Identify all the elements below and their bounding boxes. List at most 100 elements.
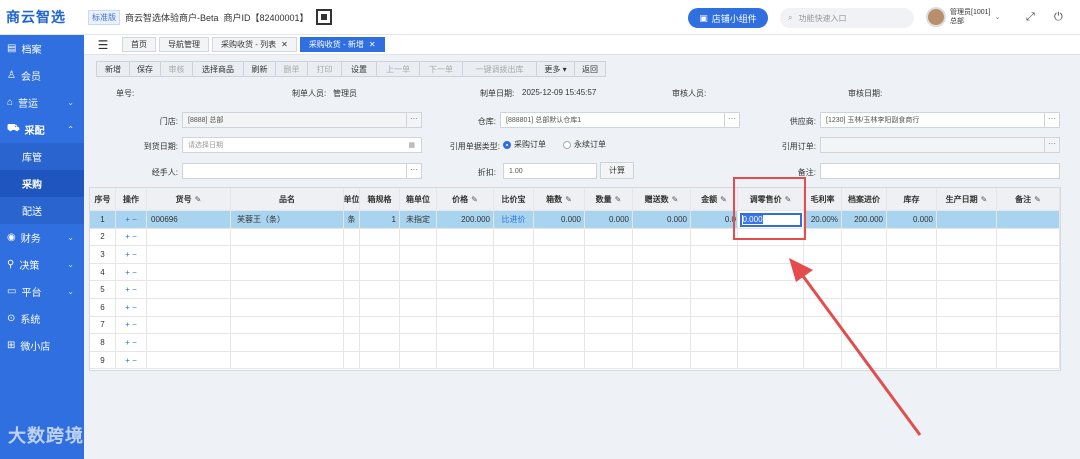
more-icon[interactable]: ··· [724,113,739,127]
more-icon[interactable]: ··· [406,113,421,127]
tab-purchase-new[interactable]: 采购收货 - 新增 ✕ [299,37,385,52]
empty-cell[interactable] [400,228,437,247]
empty-cell[interactable] [400,334,437,352]
row-add-remove[interactable]: + − [116,316,147,335]
menu-toggle-icon[interactable]: ☰ [84,38,122,52]
empty-cell[interactable] [997,263,1060,282]
empty-cell[interactable] [344,281,360,299]
empty-cell[interactable] [937,246,997,264]
sidebar-item-operation[interactable]: ⌂ 营运 ⌄ [0,89,84,116]
empty-cell[interactable] [738,334,804,352]
settings-button[interactable]: 设置 [341,61,377,77]
empty-cell[interactable] [738,281,804,299]
col-header[interactable]: 赠送数 ✎ [633,188,691,211]
select-goods-button[interactable]: 选择商品 [192,61,244,77]
empty-cell[interactable] [147,334,231,352]
empty-cell[interactable] [691,316,738,335]
empty-cell[interactable] [997,351,1060,370]
empty-cell[interactable] [147,299,231,317]
arrival-date-field[interactable]: 请选择日期 ▦ [182,137,422,153]
sidebar-item-platform[interactable]: ▭ 平台 ⌄ [0,278,84,305]
empty-cell[interactable] [887,246,937,264]
quick-entry-search[interactable]: ⌕ 功能快速入口 [780,8,914,28]
col-header[interactable]: 生产日期 ✎ [937,188,997,211]
row-add-remove[interactable]: + − [116,228,147,247]
empty-cell[interactable] [997,246,1060,264]
empty-cell[interactable] [738,299,804,317]
row-add-remove[interactable]: + − [116,334,147,352]
empty-cell[interactable] [344,263,360,282]
empty-cell[interactable] [842,246,887,264]
cell-remark[interactable] [997,211,1060,229]
empty-cell[interactable] [344,299,360,317]
next-order-button[interactable]: 下一单 [419,61,463,77]
ref-type-perpetual-order-radio[interactable]: 永续订单 [563,139,606,150]
empty-cell[interactable] [585,228,633,247]
empty-cell[interactable] [691,351,738,370]
empty-cell[interactable] [887,334,937,352]
empty-cell[interactable] [400,281,437,299]
empty-cell[interactable] [842,351,887,370]
empty-cell[interactable] [585,299,633,317]
empty-cell[interactable] [691,246,738,264]
empty-cell[interactable] [360,281,400,299]
empty-cell[interactable] [691,263,738,282]
empty-cell[interactable] [437,299,494,317]
empty-cell[interactable] [738,316,804,335]
empty-cell[interactable] [437,246,494,264]
empty-cell[interactable] [633,228,691,247]
empty-cell[interactable] [344,228,360,247]
empty-cell[interactable] [887,228,937,247]
sidebar-item-archive[interactable]: ▤ 档案 [0,35,84,62]
cell-qty[interactable]: 0.000 [585,211,633,229]
table-row[interactable]: 3 + − [90,246,1060,264]
qr-code-icon[interactable] [315,9,332,25]
empty-cell[interactable] [842,334,887,352]
cell-amount[interactable]: 0.0 [691,211,738,229]
more-button[interactable]: 更多 ▾ [536,61,575,77]
sidebar-item-inventory[interactable]: 库管 [0,143,84,170]
compare-price-link[interactable]: 比进价 [494,211,534,229]
cell-boxes[interactable]: 0.000 [534,211,585,229]
empty-cell[interactable] [360,228,400,247]
empty-cell[interactable] [534,281,585,299]
empty-cell[interactable] [494,351,534,370]
sidebar-item-member[interactable]: ♙ 会员 [0,62,84,89]
empty-cell[interactable] [400,351,437,370]
empty-cell[interactable] [585,334,633,352]
empty-cell[interactable] [804,351,842,370]
cell-price[interactable]: 200.000 [437,211,494,229]
empty-cell[interactable] [804,316,842,335]
one-click-transfer-button[interactable]: 一键调拨出库 [462,61,537,77]
empty-cell[interactable] [360,263,400,282]
cell-prod-date[interactable] [937,211,997,229]
empty-cell[interactable] [633,246,691,264]
empty-cell[interactable] [887,281,937,299]
empty-cell[interactable] [738,351,804,370]
empty-cell[interactable] [231,263,344,282]
empty-cell[interactable] [344,246,360,264]
empty-cell[interactable] [887,263,937,282]
more-icon[interactable]: ··· [1044,113,1059,127]
empty-cell[interactable] [437,351,494,370]
empty-cell[interactable] [534,351,585,370]
empty-cell[interactable] [494,263,534,282]
empty-cell[interactable] [633,316,691,335]
row-add-remove[interactable]: + − [116,263,147,282]
empty-cell[interactable] [633,334,691,352]
remark-field[interactable] [820,163,1060,179]
empty-cell[interactable] [804,246,842,264]
empty-cell[interactable] [585,263,633,282]
empty-cell[interactable] [400,263,437,282]
empty-cell[interactable] [360,316,400,335]
empty-cell[interactable] [937,263,997,282]
col-header[interactable]: 数量 ✎ [585,188,633,211]
tab-purchase-list[interactable]: 采购收货 - 列表 ✕ [212,37,297,52]
user-menu[interactable]: 管理员[1001] 总部 ⌄ [926,7,1000,27]
empty-cell[interactable] [231,334,344,352]
empty-cell[interactable] [585,316,633,335]
empty-cell[interactable] [147,228,231,247]
col-header[interactable]: 备注 ✎ [997,188,1060,211]
empty-cell[interactable] [585,246,633,264]
empty-cell[interactable] [887,299,937,317]
